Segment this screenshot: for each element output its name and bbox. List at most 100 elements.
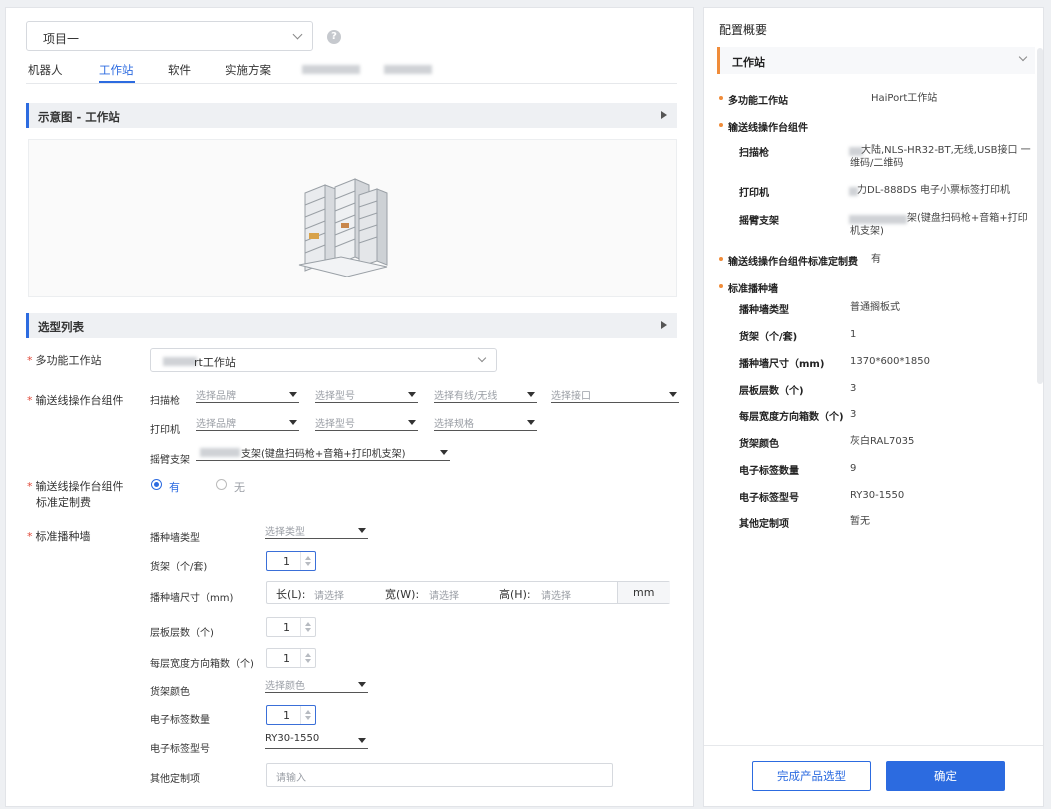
tab-workstation[interactable]: 工作站	[99, 62, 134, 78]
selection-title: 选型列表	[38, 320, 84, 334]
printer-brand-select[interactable]: 选择品牌	[196, 414, 299, 431]
custom-fee-no-label[interactable]: 无	[234, 479, 245, 495]
height-label: 高(H):	[499, 588, 531, 601]
shelf-label: 货架（个/套)	[150, 562, 208, 573]
printer-model-select[interactable]: 选择型号	[315, 414, 418, 431]
custom-fee-yes-radio[interactable]	[151, 479, 162, 490]
custom-fee-no-radio[interactable]	[216, 479, 227, 490]
tag-count-label: 电子标签数量	[150, 715, 210, 726]
summary-printer-value: 力DL-888DS 电子小票标签打印机	[857, 185, 1011, 196]
layers-stepper[interactable]: 1	[266, 617, 316, 637]
wall-label: * 标准播种墙	[27, 530, 91, 543]
dropdown-arrow-icon	[408, 392, 416, 397]
summary-scrollbar[interactable]	[1037, 48, 1043, 384]
boxes-stepper[interactable]: 1	[266, 648, 316, 668]
summary-row-value: 1370*600*1850	[850, 356, 930, 367]
summary-printer-label: 打印机	[739, 188, 769, 199]
summary-group-header[interactable]: 工作站	[717, 47, 1035, 74]
scanner-interface-select[interactable]: 选择接口	[551, 386, 679, 403]
summary-arm-value: 架(键盘扫码枪+音箱+打印	[907, 213, 1028, 224]
chevron-down-icon	[292, 29, 303, 40]
summary-arm-value-2: 机支架)	[850, 226, 884, 237]
finish-selection-button[interactable]: 完成产品选型	[752, 761, 871, 791]
tag-count-stepper[interactable]: 1	[266, 705, 316, 725]
other-input[interactable]: 请输入	[266, 763, 613, 787]
width-label: 宽(W):	[385, 588, 420, 601]
workstation-label: * 多功能工作站	[27, 354, 102, 367]
wall-type-select[interactable]: 选择类型	[265, 522, 368, 539]
workstation-select[interactable]: rt工作站	[150, 348, 497, 372]
summary-arm-label: 摇臂支架	[739, 216, 779, 227]
unit-addon: mm	[617, 582, 670, 603]
arm-select[interactable]: 支架(键盘扫码枪+音箱+打印机支架)	[196, 444, 450, 461]
tag-model-select[interactable]: RY30-1550	[265, 732, 368, 749]
conveyor-label: * 输送线操作台组件	[27, 394, 124, 407]
custom-fee-yes-label[interactable]: 有	[169, 479, 180, 495]
summary-row-label: 货架（个/套)	[739, 332, 798, 343]
color-select[interactable]: 选择颜色	[265, 676, 368, 693]
shelf-stepper[interactable]: 1	[266, 551, 316, 571]
summary-row-value: 普通搁板式	[850, 302, 900, 313]
length-label: 长(L):	[276, 588, 306, 601]
summary-row-label: 电子标签型号	[739, 493, 799, 504]
increment-icon	[305, 710, 311, 714]
dropdown-arrow-icon	[358, 528, 366, 533]
summary-row-label: 货架颜色	[739, 439, 779, 450]
summary-workstation-value: HaiPort工作站	[871, 93, 938, 104]
increment-icon	[305, 653, 311, 657]
tab-robot[interactable]: 机器人	[28, 62, 63, 78]
bullet-icon	[719, 123, 723, 127]
height-input[interactable]: 请选择	[541, 587, 571, 602]
other-label: 其他定制项	[150, 774, 200, 785]
printer-spec-select[interactable]: 选择规格	[434, 414, 537, 431]
tab-software[interactable]: 软件	[168, 62, 191, 78]
expand-arrow-icon	[661, 321, 667, 329]
summary-row-label: 每层宽度方向箱数（个)	[739, 412, 844, 423]
dropdown-arrow-icon	[289, 420, 297, 425]
project-select[interactable]: 项目一	[26, 21, 313, 51]
bullet-icon	[719, 284, 723, 288]
tab-redacted[interactable]	[302, 65, 360, 74]
wall-size-input-group: 长(L): 请选择 宽(W): 请选择 高(H): 请选择 mm	[266, 581, 670, 604]
summary-row-value: 灰白RAL7035	[850, 436, 915, 447]
dropdown-arrow-icon	[440, 450, 448, 455]
project-select-value: 项目一	[43, 32, 80, 46]
summary-scanner-label: 扫描枪	[739, 148, 769, 159]
summary-row-label: 播种墙类型	[739, 305, 789, 316]
selection-section-header[interactable]: 选型列表	[26, 313, 677, 338]
schematic-image-area	[28, 139, 677, 297]
summary-panel: 配置概要 工作站 多功能工作站 HaiPort工作站 输送线操作台组件 扫描枪 …	[703, 7, 1044, 807]
scanner-wired-select[interactable]: 选择有线/无线	[434, 386, 537, 403]
summary-row-label: 层板层数（个)	[739, 386, 804, 397]
printer-label: 打印机	[150, 425, 180, 436]
custom-fee-label: * 输送线操作台组件	[27, 480, 124, 493]
summary-row-value: RY30-1550	[850, 490, 905, 501]
dropdown-arrow-icon	[527, 420, 535, 425]
summary-row-value: 3	[850, 383, 857, 394]
summary-custom-fee-value: 有	[871, 254, 881, 265]
summary-row-value: 9	[850, 463, 857, 474]
schematic-title: 示意图 - 工作站	[38, 110, 120, 124]
summary-workstation-label: 多功能工作站	[728, 96, 788, 107]
confirm-button[interactable]: 确定	[886, 761, 1005, 791]
length-input[interactable]: 请选择	[314, 587, 344, 602]
schematic-section-header[interactable]: 示意图 - 工作站	[26, 103, 677, 128]
tab-divider	[26, 83, 677, 84]
chevron-down-icon	[1018, 52, 1028, 62]
dropdown-arrow-icon	[669, 392, 677, 397]
workstation-illustration	[298, 178, 388, 277]
scanner-brand-select[interactable]: 选择品牌	[196, 386, 299, 403]
bullet-icon	[719, 257, 723, 261]
width-input[interactable]: 请选择	[429, 587, 459, 602]
scanner-model-select[interactable]: 选择型号	[315, 386, 418, 403]
color-label: 货架颜色	[150, 687, 190, 698]
dropdown-arrow-icon	[527, 392, 535, 397]
footer-divider	[704, 745, 1043, 746]
help-icon[interactable]: ?	[327, 30, 341, 44]
summary-scanner-value-2: 维码/二维码	[850, 158, 904, 169]
expand-arrow-icon	[661, 111, 667, 119]
summary-row-value: 3	[850, 409, 857, 420]
tab-redacted[interactable]	[384, 65, 432, 74]
tab-implementation[interactable]: 实施方案	[225, 62, 271, 78]
layers-label: 层板层数（个)	[150, 628, 214, 639]
